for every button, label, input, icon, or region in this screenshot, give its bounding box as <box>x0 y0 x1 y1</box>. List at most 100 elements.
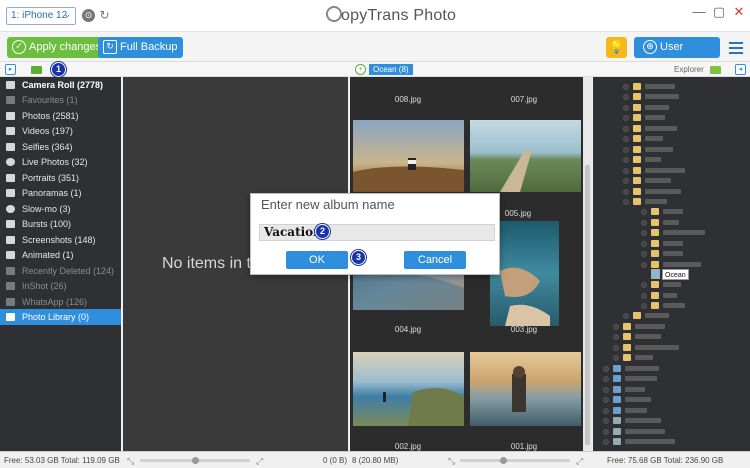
ok-button[interactable]: OK <box>286 251 348 269</box>
app-title: opyTrans Photo <box>326 6 456 25</box>
app-title-text: opyTrans Photo <box>341 7 457 24</box>
sidebar-item-label: InShot (26) <box>22 281 67 291</box>
album-tag[interactable]: Ocean (8) <box>369 64 413 75</box>
sidebar-item-portraits[interactable]: Portraits (351) <box>0 170 121 186</box>
photo-thumbnail-006[interactable] <box>353 120 464 192</box>
apply-changes-button[interactable]: ✓ Apply changes <box>7 37 108 58</box>
slider-knob[interactable] <box>192 457 199 464</box>
portrait-icon <box>6 174 15 182</box>
backup-icon: ↻ <box>103 40 117 54</box>
sidebar-item-favourites[interactable]: Favourites (1) <box>0 92 121 108</box>
minimize-button[interactable]: — <box>690 4 708 19</box>
lock-icon[interactable]: ⊙ <box>82 9 95 22</box>
folder-icon <box>6 282 15 290</box>
scrollbar-thumb[interactable] <box>585 165 590 445</box>
zoom-out-icon[interactable]: ⤡ <box>127 456 134 467</box>
sidebar-item-label: Live Photos (32) <box>22 157 88 167</box>
step-badge-2: 2 <box>315 224 330 239</box>
sidebar-item-label: Favourites (1) <box>22 95 78 105</box>
add-album-icon[interactable] <box>31 66 42 74</box>
step-badge-1: 1 <box>51 62 66 77</box>
globe-icon: ⊕ <box>643 40 657 54</box>
chevron-down-icon: ⌄ <box>63 9 71 19</box>
device-selector[interactable]: 1: iPhone 12 ⌄ <box>6 7 76 25</box>
mid-count: 0 (0 B) <box>323 456 348 465</box>
left-storage-info: Free: 53.03 GB Total: 119.09 GB <box>4 456 120 465</box>
screenshot-icon <box>6 236 15 244</box>
trash-icon <box>6 267 15 275</box>
photo-filename: 001.jpg <box>510 442 538 451</box>
sidebar-item-label: Camera Roll (2778) <box>22 80 104 90</box>
sidebar-item-panoramas[interactable]: Panoramas (1) <box>0 185 121 201</box>
zoom-out-icon[interactable]: ⤡ <box>448 456 455 467</box>
sidebar-item-photo-library[interactable]: Photo Library (0) <box>0 309 121 325</box>
sidebar-item-videos[interactable]: Videos (197) <box>0 123 121 139</box>
camera-icon <box>6 112 15 120</box>
cancel-button[interactable]: Cancel <box>404 251 466 269</box>
sidebar-item-inshot[interactable]: InShot (26) <box>0 278 121 294</box>
album-name-input[interactable]: Vacation <box>259 224 495 241</box>
sidebar-item-slow-mo[interactable]: Slow-mo (3) <box>0 201 121 217</box>
mid-zoom-slider[interactable] <box>140 457 250 464</box>
sidebar-item-bursts[interactable]: Bursts (100) <box>0 216 121 232</box>
photo-zoom-slider[interactable] <box>460 457 570 464</box>
sidebar-item-recently-deleted[interactable]: Recently Deleted (124) <box>0 263 121 279</box>
sidebar-item-live-photos[interactable]: Live Photos (32) <box>0 154 121 170</box>
toolbar: ✓ Apply changes ↻ Full Backup 💡 ⊕ User g… <box>0 32 750 73</box>
live-photo-icon <box>6 158 15 166</box>
folder-icon[interactable] <box>710 66 721 74</box>
sidebar-item-label: Bursts (100) <box>22 219 72 229</box>
zoom-in-icon[interactable]: ⤢ <box>256 456 263 467</box>
sidebar-item-label: Slow-mo (3) <box>22 204 71 214</box>
status-bar: Free: 53.03 GB Total: 119.09 GB ⤡ ⤢ 0 (0… <box>0 451 750 468</box>
sidebar-item-label: WhatsApp (126) <box>22 297 88 307</box>
photo-filename: 008.jpg <box>394 95 422 104</box>
sidebar-item-screenshots[interactable]: Screenshots (148) <box>0 232 121 248</box>
photo-thumbnail-005[interactable] <box>470 120 581 192</box>
copytrans-logo-icon <box>326 6 342 22</box>
sidebar-item-whatsapp[interactable]: WhatsApp (126) <box>0 294 121 310</box>
collapse-left-icon[interactable]: ▸ <box>5 64 16 75</box>
camera-icon <box>6 313 15 321</box>
user-guides-button[interactable]: ⊕ User guides <box>634 37 720 73</box>
photo-filename: 004.jpg <box>394 325 422 334</box>
photo-filename: 007.jpg <box>510 95 538 104</box>
tips-lightbulb-button[interactable]: 💡 <box>606 37 627 58</box>
close-button[interactable]: ✕ <box>730 4 748 20</box>
zoom-in-icon[interactable]: ⤢ <box>576 456 583 467</box>
step-badge-3: 3 <box>351 250 366 265</box>
full-backup-label: Full Backup <box>120 41 178 53</box>
burst-icon <box>6 220 15 228</box>
add-photos-icon[interactable]: + <box>355 64 366 75</box>
sidebar-item-animated[interactable]: Animated (1) <box>0 247 121 263</box>
collapse-right-icon[interactable]: ◂ <box>735 64 746 75</box>
photo-thumbnail-002[interactable] <box>353 352 464 426</box>
sidebar-item-camera-roll[interactable]: Camera Roll (2778) <box>0 77 121 93</box>
photo-thumbnail-001[interactable] <box>470 352 581 426</box>
device-selector-value: 1: iPhone 12 <box>11 10 68 21</box>
sidebar-item-photos[interactable]: Photos (2581) <box>0 108 121 124</box>
heart-icon <box>6 96 15 104</box>
ocean-folder-icon <box>651 269 660 279</box>
photo-filename: 005.jpg <box>504 209 532 218</box>
explorer-tree <box>593 77 750 451</box>
photo-grid-scrollbar[interactable] <box>583 77 592 451</box>
slider-knob[interactable] <box>500 457 507 464</box>
menu-icon[interactable] <box>729 42 743 57</box>
sidebar-item-label: Videos (197) <box>22 126 73 136</box>
tree-node-ocean[interactable]: Ocean <box>662 269 689 280</box>
refresh-icon[interactable]: ↻ <box>98 9 111 22</box>
title-bar: 1: iPhone 12 ⌄ ⊙ ↻ opyTrans Photo — ▢ ✕ <box>0 0 750 32</box>
panel-header-row: ▸ 1 + Ocean (8) Explorer ◂ <box>0 62 750 77</box>
photo-filename: 003.jpg <box>510 325 538 334</box>
dialog-title: Enter new album name <box>261 197 395 212</box>
sidebar-item-selfies[interactable]: Selfies (364) <box>0 139 121 155</box>
album-name-value: Vacation <box>264 225 322 239</box>
selfie-icon <box>6 143 15 151</box>
sidebar-item-label: Photo Library (0) <box>22 312 90 322</box>
panorama-icon <box>6 189 15 197</box>
photo-thumbnail-003[interactable] <box>490 221 559 326</box>
full-backup-button[interactable]: ↻ Full Backup <box>98 37 184 58</box>
apply-changes-label: Apply changes <box>29 41 102 53</box>
maximize-button[interactable]: ▢ <box>710 4 728 20</box>
